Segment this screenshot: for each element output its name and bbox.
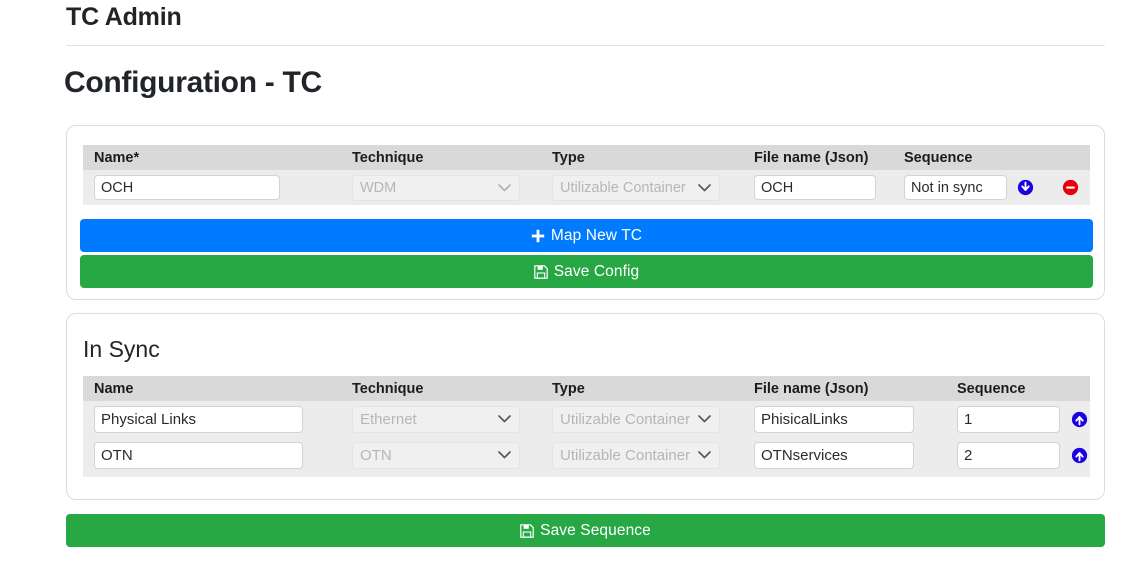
sequence-input[interactable] (957, 441, 1060, 469)
column-header-name: Name (94, 380, 134, 397)
cell-name (83, 405, 341, 433)
column-header-sequence: Sequence (904, 149, 973, 166)
cell-name (83, 441, 341, 469)
table-row: OTN Utilizable Container (83, 437, 1090, 473)
column-header-type: Type (552, 149, 585, 166)
column-header-name: Name* (94, 149, 140, 166)
type-select[interactable]: Utilizable Container (552, 441, 720, 469)
file-name-input[interactable] (754, 175, 876, 200)
save-sequence-label: Save Sequence (540, 521, 651, 539)
arrow-up-circle-icon[interactable] (1071, 447, 1088, 464)
floppy-save-icon (533, 264, 548, 279)
configuration-table: Name* Technique Type File name (Json) Se… (83, 145, 1090, 205)
type-select-wrapper: Utilizable Container (552, 405, 720, 433)
floppy-save-icon (520, 523, 534, 538)
in-sync-heading: In Sync (83, 336, 160, 362)
plus-icon (531, 229, 545, 243)
cell-sequence (946, 405, 1060, 433)
cell-technique: OTN (341, 441, 541, 469)
column-header-file-name: File name (Json) (754, 380, 869, 397)
cell-type: Utilizable Container (541, 405, 743, 433)
table-row: Ethernet Utilizable Container (83, 401, 1090, 437)
technique-select-wrapper: Ethernet (352, 405, 520, 433)
column-header-type: Type (552, 380, 585, 397)
configuration-card: Name* Technique Type File name (Json) Se… (66, 125, 1105, 300)
page-root: TC Admin Configuration - TC Name* Techni… (0, 0, 1131, 587)
in-sync-rows: Ethernet Utilizable Container (83, 401, 1090, 477)
cell-file-name (743, 405, 946, 433)
cell-technique: WDM (341, 174, 541, 201)
column-header-technique: Technique (352, 149, 424, 166)
name-input[interactable] (94, 175, 280, 200)
file-name-input[interactable] (754, 405, 914, 433)
in-sync-table: Name Technique Type File name (Json) Seq… (83, 376, 1090, 477)
type-select[interactable]: Utilizable Container (552, 405, 720, 433)
sequence-input[interactable] (957, 405, 1060, 433)
cell-actions (1060, 411, 1090, 428)
arrow-up-circle-icon[interactable] (1071, 411, 1088, 428)
map-new-tc-button[interactable]: Map New TC (80, 219, 1093, 252)
table-header-row: Name* Technique Type File name (Json) Se… (83, 145, 1090, 170)
arrow-down-circle-icon[interactable] (1017, 179, 1034, 196)
technique-select-wrapper: OTN (352, 441, 520, 469)
cell-sequence (893, 175, 1007, 200)
page-title: TC Admin (66, 3, 182, 31)
cell-technique: Ethernet (341, 405, 541, 433)
cell-actions (1006, 179, 1090, 196)
in-sync-card: In Sync Name Technique Type File name (J… (66, 313, 1105, 500)
technique-select[interactable]: WDM (352, 174, 520, 201)
cell-type: Utilizable Container (541, 441, 743, 469)
table-row: WDM Utilizable Container (83, 170, 1090, 205)
column-header-file-name: File name (Json) (754, 149, 869, 166)
cell-file-name (743, 441, 946, 469)
save-sequence-button[interactable]: Save Sequence (66, 514, 1105, 547)
section-title: Configuration - TC (64, 66, 322, 99)
cell-name (83, 175, 341, 200)
title-divider (66, 45, 1105, 46)
save-config-button[interactable]: Save Config (80, 255, 1093, 288)
type-select[interactable]: Utilizable Container (552, 174, 720, 201)
minus-circle-icon[interactable] (1062, 179, 1079, 196)
technique-select[interactable]: OTN (352, 441, 520, 469)
technique-select-wrapper: WDM (352, 174, 520, 201)
map-new-tc-label: Map New TC (550, 226, 643, 244)
file-name-input[interactable] (754, 441, 914, 469)
sequence-input[interactable] (904, 175, 1007, 200)
column-header-technique: Technique (352, 380, 424, 397)
technique-select[interactable]: Ethernet (352, 405, 520, 433)
table-header-row: Name Technique Type File name (Json) Seq… (83, 376, 1090, 401)
type-select-wrapper: Utilizable Container (552, 441, 720, 469)
type-select-wrapper: Utilizable Container (552, 174, 720, 201)
save-config-label: Save Config (553, 262, 640, 280)
name-input[interactable] (94, 405, 303, 433)
column-header-sequence: Sequence (957, 380, 1026, 397)
cell-actions (1060, 447, 1090, 464)
cell-type: Utilizable Container (541, 174, 743, 201)
name-input[interactable] (94, 441, 303, 469)
cell-sequence (946, 441, 1060, 469)
cell-file-name (743, 175, 893, 200)
